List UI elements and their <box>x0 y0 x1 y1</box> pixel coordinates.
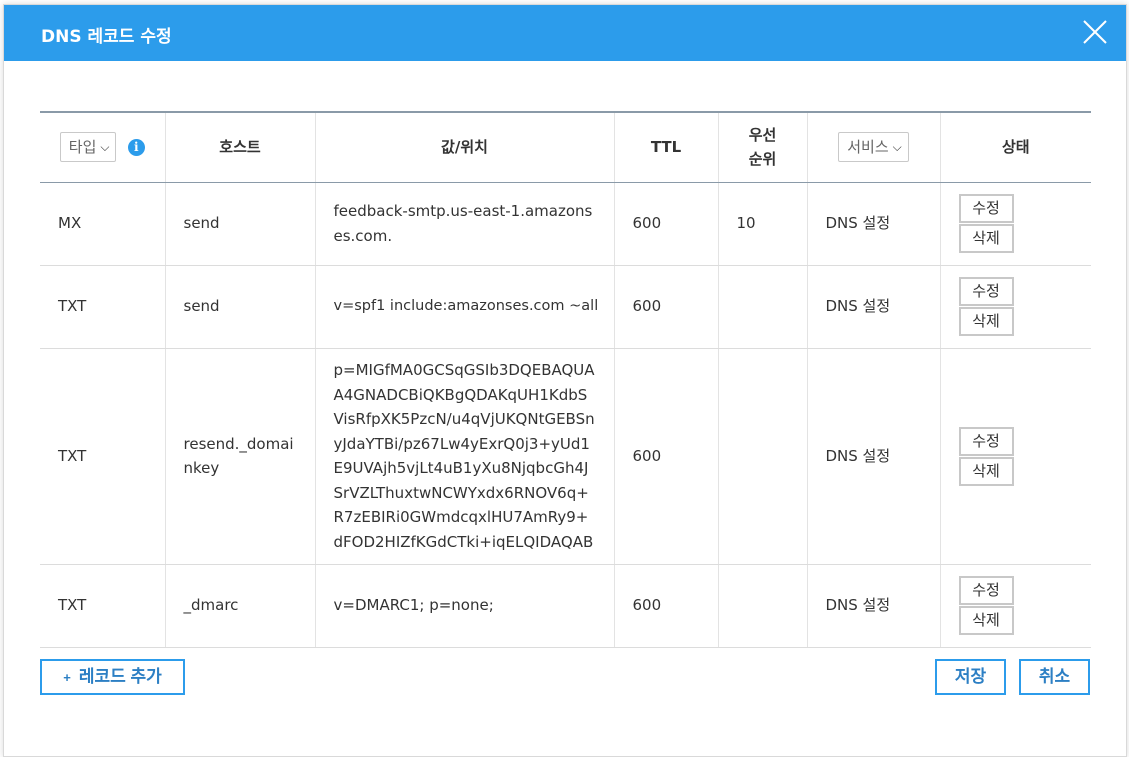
record-host: _dmarc <box>165 564 316 648</box>
record-host: send <box>165 182 316 266</box>
chevron-down-icon: ⌵ <box>100 140 110 155</box>
type-filter-label: 타입 <box>68 138 97 157</box>
dns-records-table: 타입 ⌵ i 호스트 값/위치 TTL 우선 순위 서비스 ⌵ 상태 MX se… <box>40 111 1091 648</box>
host-header: 호스트 <box>165 112 316 183</box>
record-host: resend._domainkey <box>165 348 316 565</box>
table-row: TXT send v=spf1 include:amazonses.com ~a… <box>40 265 1091 349</box>
edit-button[interactable]: 수정 <box>958 277 1014 306</box>
value-header: 값/위치 <box>315 112 615 183</box>
record-priority <box>718 564 808 648</box>
edit-button[interactable]: 수정 <box>958 426 1014 456</box>
dialog-title: DNS 레코드 수정 <box>41 27 172 47</box>
delete-button[interactable]: 삭제 <box>958 307 1014 336</box>
delete-button[interactable]: 삭제 <box>958 224 1014 253</box>
table-header-row: 타입 ⌵ i 호스트 값/위치 TTL 우선 순위 서비스 ⌵ 상태 <box>40 112 1091 183</box>
record-type: MX <box>40 182 166 266</box>
delete-button[interactable]: 삭제 <box>958 606 1014 635</box>
record-value: p=MIGfMA0GCSqGSIb3DQEBAQUAA4GNADCBiQKBgQ… <box>315 348 615 565</box>
delete-button[interactable]: 삭제 <box>958 456 1014 486</box>
record-service: DNS 설정 <box>807 182 941 266</box>
record-type: TXT <box>40 348 166 565</box>
service-filter-select[interactable]: 서비스 ⌵ <box>838 132 909 163</box>
status-header: 상태 <box>940 112 1091 183</box>
record-priority: 10 <box>718 182 808 266</box>
record-value: v=DMARC1; p=none; <box>315 564 615 648</box>
service-filter-label: 서비스 <box>847 138 889 157</box>
plus-icon: + <box>63 670 71 685</box>
cancel-button[interactable]: 취소 <box>1019 659 1090 695</box>
type-filter-select[interactable]: 타입 ⌵ <box>59 132 117 163</box>
record-priority <box>718 265 808 349</box>
table-row: TXT _dmarc v=DMARC1; p=none; 600 DNS 설정 … <box>40 564 1091 648</box>
service-header: 서비스 ⌵ <box>807 112 941 183</box>
add-record-button[interactable]: + 레코드 추가 <box>40 659 185 695</box>
record-ttl: 600 <box>614 265 719 349</box>
record-type: TXT <box>40 265 166 349</box>
ttl-header: TTL <box>614 112 719 183</box>
dialog-header: DNS 레코드 수정 <box>4 5 1126 61</box>
record-service: DNS 설정 <box>807 564 941 648</box>
record-actions: 수정 삭제 <box>940 564 1091 648</box>
record-service: DNS 설정 <box>807 348 941 565</box>
table-row: TXT resend._domainkey p=MIGfMA0GCSqGSIb3… <box>40 348 1091 565</box>
record-host: send <box>165 265 316 349</box>
priority-header-line2: 순위 <box>748 150 777 169</box>
dns-record-edit-dialog: DNS 레코드 수정 타입 ⌵ i 호스트 값/위치 TTL 우선 순위 서비스… <box>3 4 1127 757</box>
record-actions: 수정 삭제 <box>940 348 1091 565</box>
record-ttl: 600 <box>614 182 719 266</box>
priority-header: 우선 순위 <box>718 112 808 183</box>
edit-button[interactable]: 수정 <box>958 194 1014 223</box>
table-row: MX send feedback-smtp.us-east-1.amazonse… <box>40 182 1091 266</box>
edit-button[interactable]: 수정 <box>958 576 1014 605</box>
chevron-down-icon: ⌵ <box>892 140 902 155</box>
record-value: feedback-smtp.us-east-1.amazonses.com. <box>315 182 615 266</box>
record-value: v=spf1 include:amazonses.com ~all <box>315 265 615 349</box>
record-ttl: 600 <box>614 564 719 648</box>
save-button[interactable]: 저장 <box>935 659 1006 695</box>
record-ttl: 600 <box>614 348 719 565</box>
close-icon[interactable] <box>1082 19 1108 45</box>
info-icon[interactable]: i <box>127 138 145 156</box>
priority-header-line1: 우선 <box>748 126 777 145</box>
record-actions: 수정 삭제 <box>940 265 1091 349</box>
record-service: DNS 설정 <box>807 265 941 349</box>
type-header: 타입 ⌵ i <box>40 112 166 183</box>
record-actions: 수정 삭제 <box>940 182 1091 266</box>
add-record-label: 레코드 추가 <box>78 667 162 686</box>
record-priority <box>718 348 808 565</box>
record-type: TXT <box>40 564 166 648</box>
